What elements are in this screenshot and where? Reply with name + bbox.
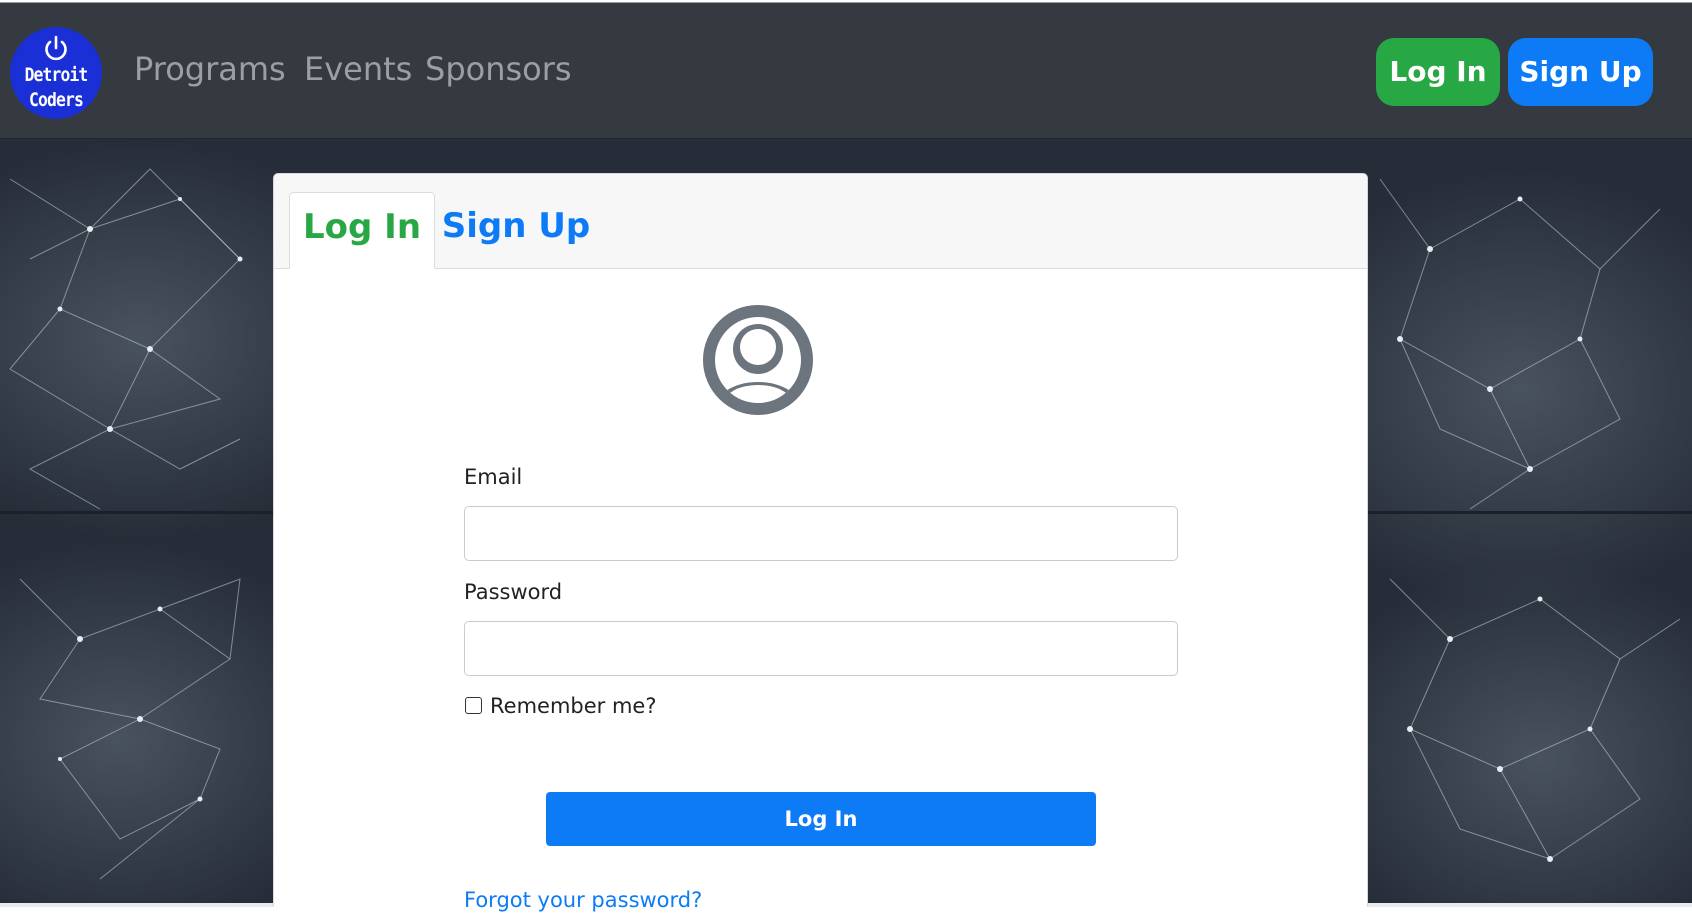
logo-text-line1: Detroit bbox=[24, 64, 89, 86]
power-icon bbox=[45, 35, 67, 61]
nav-link-events[interactable]: Events bbox=[304, 49, 412, 89]
card-tabs-header: Log In Sign Up bbox=[274, 174, 1367, 269]
nav-link-sponsors[interactable]: Sponsors bbox=[425, 49, 572, 89]
tab-signup[interactable]: Sign Up bbox=[441, 192, 591, 269]
remember-me-label[interactable]: Remember me? bbox=[490, 692, 656, 720]
nav-link-programs[interactable]: Programs bbox=[134, 49, 286, 89]
password-label: Password bbox=[464, 580, 563, 604]
navbar-login-button[interactable]: Log In bbox=[1376, 38, 1500, 106]
forgot-password-link[interactable]: Forgot your password? bbox=[464, 886, 702, 914]
logo-text-line2: Coders bbox=[29, 89, 84, 111]
login-submit-button[interactable]: Log In bbox=[546, 792, 1096, 846]
email-field[interactable] bbox=[464, 506, 1178, 561]
remember-me-checkbox[interactable] bbox=[465, 697, 482, 714]
detroit-coders-logo[interactable]: Detroit Coders bbox=[10, 27, 102, 119]
email-label: Email bbox=[464, 465, 523, 489]
auth-card: Log In Sign Up Email Password Remember m… bbox=[273, 173, 1368, 912]
tab-login[interactable]: Log In bbox=[289, 192, 435, 269]
user-avatar-icon bbox=[703, 305, 813, 415]
navbar-signup-button[interactable]: Sign Up bbox=[1508, 38, 1653, 106]
password-field[interactable] bbox=[464, 621, 1178, 676]
top-navbar: Detroit Coders Programs Events Sponsors … bbox=[0, 2, 1692, 139]
